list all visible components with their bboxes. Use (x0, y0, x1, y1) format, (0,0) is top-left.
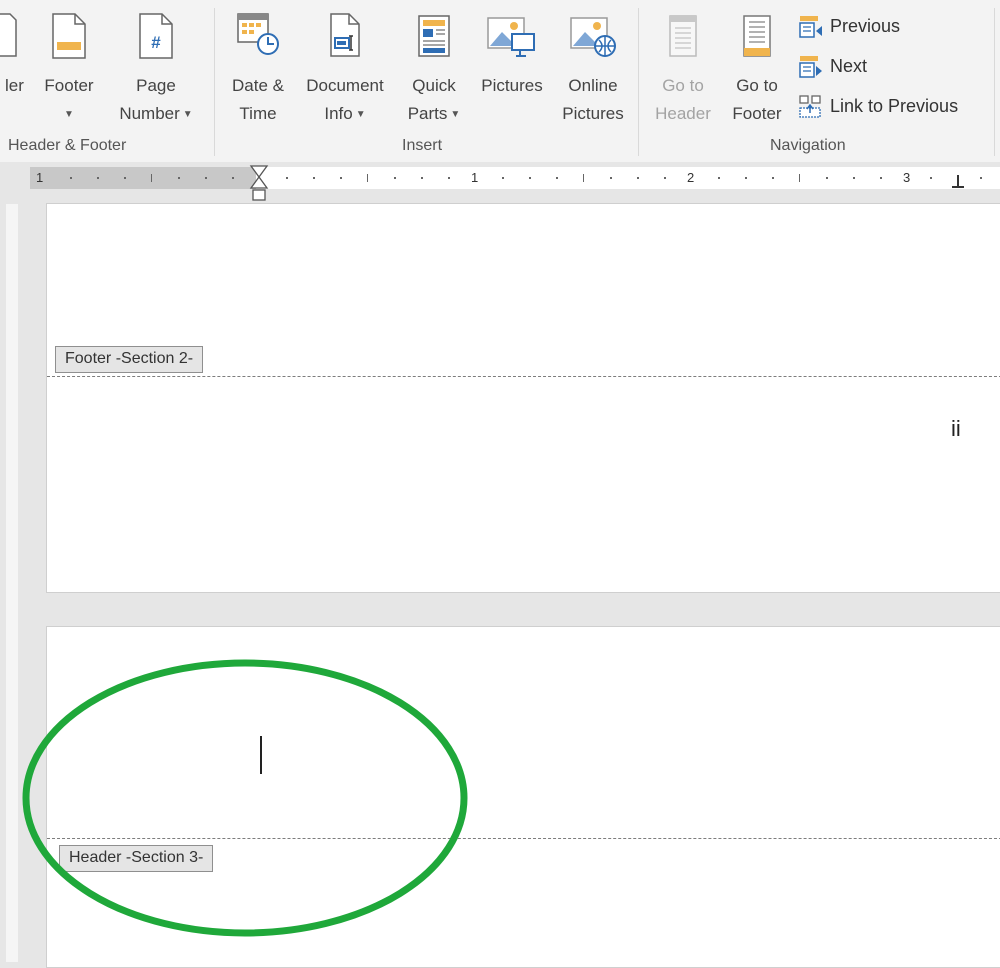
footer-label: Footer (44, 76, 94, 95)
vertical-ruler[interactable] (6, 204, 18, 962)
next-icon (799, 56, 822, 78)
group-separator (638, 8, 639, 156)
link-to-previous-button[interactable]: Link to Previous (798, 95, 988, 122)
ruler-dot (205, 177, 207, 179)
ruler-dot (529, 177, 531, 179)
group-separator (214, 8, 215, 156)
header-icon (0, 13, 17, 57)
previous-button[interactable]: Previous (798, 16, 938, 42)
link-to-previous-icon (799, 95, 821, 118)
chevron-down-icon: ▼ (64, 109, 74, 120)
link-to-previous-label: Link to Previous (830, 96, 959, 116)
ruler-number: 3 (903, 170, 911, 185)
ruler-dot (286, 177, 288, 179)
ruler-tick (151, 174, 152, 182)
ribbon: ler Footer ▼ # Page Number ▼ Header & Foo… (0, 0, 1000, 163)
ruler-dot (97, 177, 99, 179)
document-page: Footer -Section 2- ii (46, 203, 1000, 593)
page-number-icon: # (139, 13, 173, 59)
header-label: ler (5, 76, 24, 95)
tab-stop-icon[interactable] (952, 175, 964, 189)
ruler-dot (340, 177, 342, 179)
online-picture-icon (570, 17, 616, 57)
ruler-dot (313, 177, 315, 179)
ruler-tick (367, 174, 368, 182)
ruler-dot (930, 177, 932, 179)
go-to-footer-label-2: Footer (732, 104, 782, 123)
go-to-header-label-2: Header (655, 104, 711, 123)
go-to-footer-label-1: Go to (736, 76, 778, 95)
ruler-dot (421, 177, 423, 179)
group-separator (994, 8, 995, 156)
svg-text:#: # (151, 33, 161, 52)
date-time-label-1: Date & (232, 76, 284, 95)
ruler-number: 2 (687, 170, 695, 185)
horizontal-ruler[interactable]: 1 1 2 3 (30, 167, 1000, 189)
ruler-tick (583, 174, 584, 182)
chevron-down-icon: ▼ (182, 109, 193, 120)
ruler-dot (556, 177, 558, 179)
pictures-label: Pictures (481, 76, 543, 95)
quick-parts-icon (418, 15, 450, 57)
ruler-dot (980, 177, 982, 179)
page-number-label-2: Number ▼ (119, 104, 193, 123)
ruler-number: 1 (471, 170, 479, 185)
page-number-label-1: Page (136, 76, 176, 95)
ruler-dot (772, 177, 774, 179)
page-number-text[interactable]: ii (951, 416, 961, 442)
ruler-dot (637, 177, 639, 179)
ruler-dot (745, 177, 747, 179)
ruler-margin (30, 167, 256, 189)
next-label: Next (830, 56, 868, 76)
ruler-dot (394, 177, 396, 179)
ruler-dot (880, 177, 882, 179)
ruler-dot (70, 177, 72, 179)
document-info-label-1: Document (306, 76, 384, 95)
footer-section-tag: Footer -Section 2- (55, 346, 204, 373)
group-label-insert: Insert (402, 137, 443, 154)
indent-marker-icon[interactable] (249, 165, 269, 203)
previous-label: Previous (830, 16, 901, 36)
chevron-down-icon: ▼ (450, 109, 461, 120)
quick-parts-label-2: Parts ▼ (407, 104, 461, 123)
picture-icon (487, 17, 535, 57)
ruler-dot (664, 177, 666, 179)
ruler-dot (178, 177, 180, 179)
ruler-dot (232, 177, 234, 179)
ruler-dot (448, 177, 450, 179)
previous-icon (799, 16, 822, 38)
ruler-dot (826, 177, 828, 179)
ruler-number: 1 (36, 170, 44, 185)
online-pictures-label-2: Pictures (562, 104, 624, 123)
ruler-dot (853, 177, 855, 179)
footer-icon (52, 13, 86, 59)
go-to-header-label-1: Go to (662, 76, 704, 95)
go-to-header-icon (669, 15, 697, 57)
quick-parts-label-1: Quick (412, 76, 456, 95)
ruler-dot (718, 177, 720, 179)
online-pictures-label-1: Online (568, 76, 618, 95)
group-label-navigation: Navigation (770, 137, 846, 154)
ruler-dot (502, 177, 504, 179)
ruler-tick (799, 174, 800, 182)
calendar-clock-icon (237, 13, 279, 55)
ruler-dot (610, 177, 612, 179)
footer-boundary-line (47, 376, 1000, 377)
highlight-ellipse (22, 659, 468, 937)
document-info-label-2: Info ▼ (324, 104, 366, 123)
next-button[interactable]: Next (798, 56, 938, 82)
date-time-label-2: Time (239, 104, 277, 123)
chevron-down-icon: ▼ (355, 109, 366, 120)
document-info-icon (330, 13, 360, 57)
go-to-footer-icon (743, 15, 771, 57)
group-label-header-footer: Header & Footer (8, 137, 127, 154)
ruler-dot (124, 177, 126, 179)
